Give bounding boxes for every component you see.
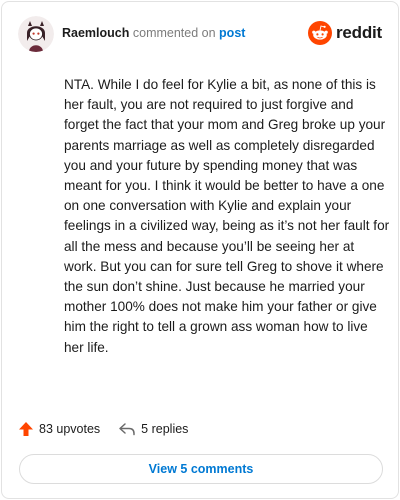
upvotes-count: 83 upvotes	[39, 422, 101, 436]
reply-arrow-icon	[119, 423, 135, 436]
reddit-snoo-icon	[307, 21, 332, 45]
user-avatar[interactable]	[18, 16, 54, 52]
post-link[interactable]: post	[219, 26, 245, 40]
replies-button[interactable]: 5 replies	[118, 421, 188, 437]
attribution-verb: commented on	[132, 26, 216, 40]
upvote-arrow-icon	[19, 422, 33, 436]
comment-header: Raemlouch commented on post reddit	[18, 14, 382, 54]
comment-actions: 83 upvotes 5 replies	[18, 418, 206, 440]
replies-count: 5 replies	[141, 422, 189, 436]
view-comments-button[interactable]: View 5 comments	[19, 454, 383, 484]
username-link[interactable]: Raemlouch	[62, 26, 129, 40]
avatar-icon	[18, 16, 54, 52]
embedded-comment-card: Raemlouch commented on post reddit NTA. …	[1, 1, 399, 499]
comment-body: NTA. While I do feel for Kylie a bit, as…	[64, 77, 390, 355]
comment-attribution: Raemlouch commented on post	[62, 26, 245, 40]
reddit-brand-link[interactable]: reddit	[307, 20, 382, 46]
upvotes-button[interactable]: 83 upvotes	[18, 421, 100, 437]
reddit-wordmark: reddit	[335, 23, 382, 42]
